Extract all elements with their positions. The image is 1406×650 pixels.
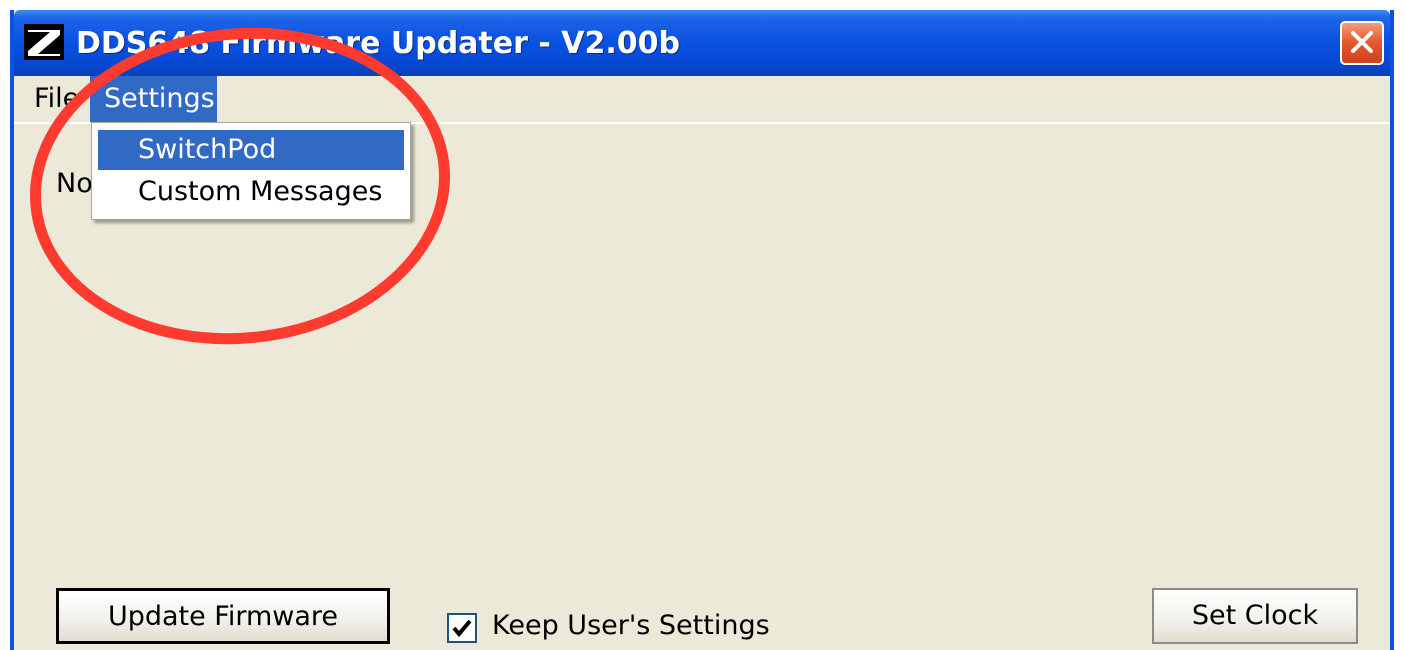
app-window: DDS648 Firmware Updater - V2.00b File Se… xyxy=(10,10,1394,650)
settings-dropdown-menu: SwitchPod Custom Messages xyxy=(91,122,411,220)
keep-settings-checkbox[interactable] xyxy=(447,613,477,643)
window-title: DDS648 Firmware Updater - V2.00b xyxy=(76,26,680,61)
checkmark-icon xyxy=(452,619,472,638)
title-bar[interactable]: DDS648 Firmware Updater - V2.00b xyxy=(14,10,1390,76)
status-text: No xyxy=(56,168,93,199)
update-firmware-button[interactable]: Update Firmware xyxy=(56,588,390,644)
set-clock-button[interactable]: Set Clock xyxy=(1152,588,1358,644)
app-logo-icon xyxy=(24,24,64,60)
menu-item-custom-messages[interactable]: Custom Messages xyxy=(98,172,404,212)
menu-item-switchpod[interactable]: SwitchPod xyxy=(98,130,404,170)
menu-settings[interactable]: Settings xyxy=(90,76,217,122)
menu-bar: File Settings xyxy=(14,76,1390,124)
menu-file[interactable]: File xyxy=(26,76,87,122)
close-button[interactable] xyxy=(1340,21,1384,65)
keep-settings-label: Keep User's Settings xyxy=(492,610,770,641)
close-icon xyxy=(1351,31,1373,53)
